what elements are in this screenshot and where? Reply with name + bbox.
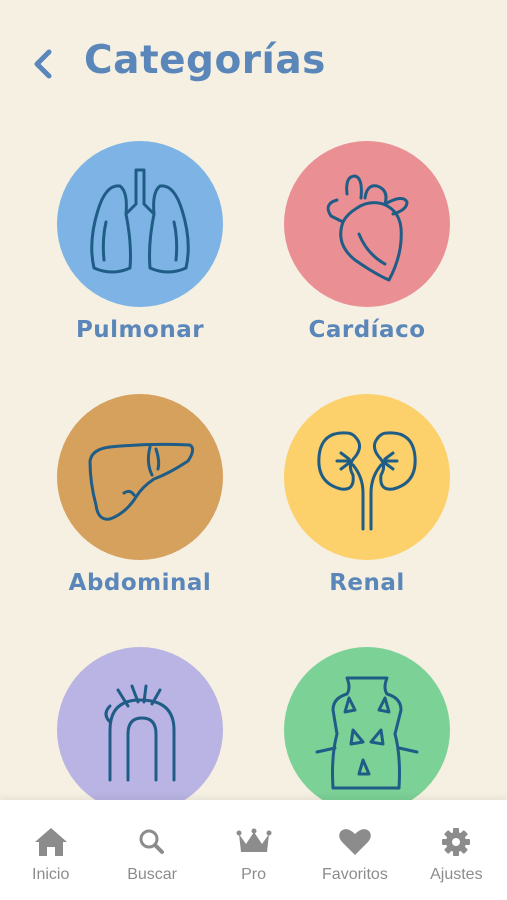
category-label: Renal — [329, 570, 405, 596]
crown-icon — [236, 828, 272, 852]
lungs-icon — [90, 168, 190, 274]
category-label: Cardíaco — [308, 317, 426, 343]
category-card-abdominal[interactable]: Abdominal — [40, 394, 240, 624]
bottom-tab-bar: Inicio Buscar Pro Favoritos Ajustes — [0, 800, 507, 900]
gear-icon — [442, 828, 471, 856]
home-icon — [34, 828, 67, 856]
tab-label: Pro — [241, 866, 266, 883]
category-card-cardiaco[interactable]: Cardíaco — [267, 141, 467, 371]
kidneys-icon — [317, 431, 417, 531]
torso-icon — [315, 676, 419, 790]
liver-icon — [88, 442, 195, 521]
aorta-icon — [104, 684, 176, 782]
tab-favoritos[interactable]: Favoritos — [304, 800, 405, 900]
search-icon — [139, 829, 165, 854]
category-circle — [57, 141, 223, 307]
tab-inicio[interactable]: Inicio — [0, 800, 101, 900]
tab-label: Inicio — [32, 866, 70, 883]
heart-icon — [339, 829, 371, 855]
category-label: Abdominal — [68, 570, 212, 596]
heart-icon — [326, 174, 409, 282]
category-circle — [57, 394, 223, 560]
category-card-renal[interactable]: Renal — [267, 394, 467, 624]
category-grid: Pulmonar Cardíaco Abdominal Renal — [0, 0, 507, 813]
category-circle — [284, 394, 450, 560]
category-circle — [284, 141, 450, 307]
category-circle — [57, 647, 223, 813]
tab-ajustes[interactable]: Ajustes — [406, 800, 507, 900]
category-label: Pulmonar — [75, 317, 205, 343]
category-circle — [284, 647, 450, 813]
tab-label: Favoritos — [322, 866, 388, 883]
tab-label: Buscar — [127, 866, 177, 883]
tab-pro[interactable]: Pro — [203, 800, 304, 900]
tab-label: Ajustes — [430, 866, 483, 883]
category-card-pulmonar[interactable]: Pulmonar — [40, 141, 240, 371]
tab-buscar[interactable]: Buscar — [101, 800, 202, 900]
